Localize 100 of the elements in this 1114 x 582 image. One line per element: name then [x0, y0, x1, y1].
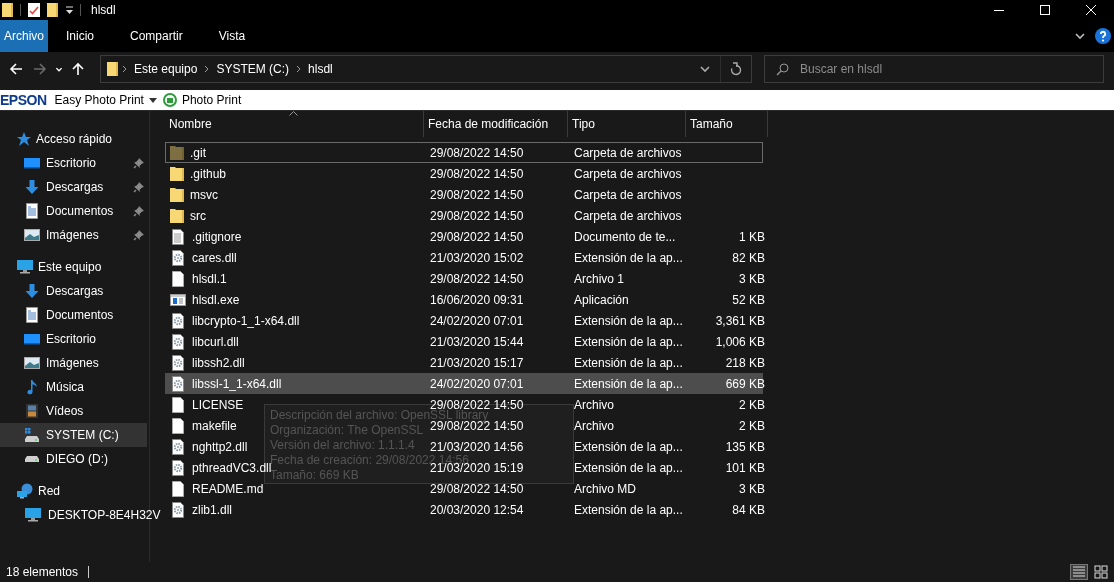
- file-name: hlsdl.1: [192, 271, 227, 286]
- sidebar-item[interactable]: Música: [0, 375, 147, 399]
- date-cell-text: 29/08/2022 14:50: [429, 187, 524, 202]
- sidebar-item[interactable]: Imágenes: [0, 223, 147, 247]
- size-cell-text: 2 KB: [739, 418, 766, 433]
- file-name: src: [190, 208, 206, 223]
- item-count: 18 elementos: [6, 565, 79, 579]
- column-header[interactable]: Nombre: [165, 111, 424, 137]
- date-cell-text: 29/08/2022 14:50: [430, 418, 524, 433]
- desktop-icon: [24, 331, 40, 347]
- document-icon: [24, 307, 40, 323]
- pictures-icon: [24, 227, 40, 243]
- date-cell-text: 21/03/2020 15:44: [429, 334, 524, 349]
- chevron-down-icon[interactable]: [1075, 32, 1085, 40]
- column-header[interactable]: Fecha de modificación: [424, 111, 568, 137]
- toolbar-button[interactable]: Photo Print: [162, 93, 242, 107]
- type-cell-text: Extensión de la ap...: [573, 439, 683, 454]
- chevron-right-icon[interactable]: [122, 65, 127, 73]
- folder-icon[interactable]: [2, 2, 14, 18]
- help-icon[interactable]: [1095, 28, 1111, 44]
- sidebar-item[interactable]: Descargas: [0, 279, 147, 303]
- type-cell-text: Carpeta de archivos: [573, 187, 682, 202]
- file-name: LICENSE: [192, 397, 244, 412]
- ribbon-tab[interactable]: Archivo: [0, 20, 48, 52]
- ribbon-tab[interactable]: Vista: [200, 20, 264, 52]
- search-field[interactable]: Buscar en hlsdl: [764, 55, 1104, 83]
- type-cell-text: Carpeta de archivos: [573, 166, 682, 181]
- type-cell-text: Archivo: [573, 397, 614, 412]
- network-icon: [16, 483, 34, 499]
- type-cell-text: Carpeta de archivos: [573, 145, 682, 160]
- folder-icon[interactable]: [47, 2, 59, 18]
- date-cell-text: 29/08/2022 14:50: [429, 271, 524, 286]
- drive-icon: [25, 456, 39, 462]
- forward-arrow-icon: [32, 61, 48, 77]
- ribbon-tab[interactable]: Compartir: [112, 20, 201, 52]
- sidebar-item[interactable]: Vídeos: [0, 399, 147, 423]
- pictures-icon: [24, 355, 40, 371]
- file-name: hlsdl.exe: [192, 292, 240, 307]
- date-cell-text: 20/03/2020 12:54: [429, 502, 524, 517]
- date-cell-text: 21/03/2020 15:02: [429, 250, 524, 265]
- pin-icon[interactable]: [133, 157, 145, 169]
- sidebar-item[interactable]: Imágenes: [0, 351, 147, 375]
- type-cell-text: Extensión de la ap...: [573, 334, 683, 349]
- type-cell-text: Extensión de la ap...: [573, 376, 683, 391]
- sidebar-item[interactable]: DESKTOP-8E4H32V: [0, 503, 163, 527]
- size-cell-text: 84 KB: [732, 502, 766, 517]
- sidebar-item[interactable]: Escritorio: [0, 151, 147, 175]
- star-icon: [16, 131, 32, 147]
- sidebar-item[interactable]: Escritorio: [0, 327, 147, 351]
- file-name: zlib1.dll: [192, 502, 233, 517]
- file-name: libssl-1_1-x64.dll: [192, 376, 282, 391]
- breadcrumb[interactable]: Este equipo: [130, 62, 202, 76]
- sidebar-item[interactable]: SYSTEM (C:): [0, 423, 147, 447]
- caret-icon: [148, 97, 157, 103]
- type-cell-text: Extensión de la ap...: [573, 313, 683, 328]
- pin-icon[interactable]: [133, 229, 145, 241]
- checklist-icon[interactable]: [27, 2, 41, 18]
- file-name: nghttp2.dll: [192, 439, 248, 454]
- date-cell-text: 29/08/2022 14:50: [429, 229, 524, 244]
- column-header[interactable]: Tamaño: [686, 111, 768, 137]
- sidebar-item[interactable]: Este equipo: [0, 255, 147, 279]
- date-cell-text: 16/06/2020 09:31: [429, 292, 524, 307]
- dropdown-icon[interactable]: [65, 5, 74, 15]
- type-cell-text: Extensión de la ap...: [573, 502, 683, 517]
- sidebar-item[interactable]: Documentos: [0, 303, 147, 327]
- pin-icon[interactable]: [133, 181, 145, 193]
- file-row[interactable]: .git 29/08/2022 14:50 Carpeta de archivos: [165, 142, 763, 163]
- breadcrumb[interactable]: SYSTEM (C:): [212, 62, 294, 76]
- date-cell-text: 29/08/2022 14:50: [429, 166, 524, 181]
- chevron-right-icon[interactable]: [204, 65, 210, 73]
- file-name: README.md: [192, 481, 264, 496]
- file-row[interactable]: libssl-1_1-x64.dll 24/02/2020 07:01 Extensión de la ap... 669 KB: [165, 373, 763, 394]
- pin-icon[interactable]: [133, 205, 145, 217]
- tiles-view-button[interactable]: [1092, 564, 1110, 580]
- file-name: cares.dll: [192, 250, 237, 265]
- sidebar-item[interactable]: Red: [0, 479, 147, 503]
- type-cell-text: Archivo MD: [573, 481, 636, 496]
- column-header[interactable]: Tipo: [568, 111, 686, 137]
- file-name: .github: [190, 166, 227, 181]
- size-cell-text: 52 KB: [732, 292, 766, 307]
- breadcrumb[interactable]: hlsdl: [304, 62, 337, 76]
- sidebar-item[interactable]: Documentos: [0, 199, 147, 223]
- size-cell-text: 2 KB: [739, 397, 766, 412]
- brand-logo: EPSON: [0, 92, 47, 108]
- file-name: libcurl.dll: [192, 334, 239, 349]
- type-cell-text: Extensión de la ap...: [573, 460, 683, 475]
- monitor-icon: [24, 507, 42, 523]
- sidebar-item[interactable]: Acceso rápido: [0, 127, 147, 151]
- dropdown-button[interactable]: Easy Photo Print: [54, 93, 157, 107]
- size-cell-text: 3 KB: [739, 481, 766, 496]
- details-view-button[interactable]: [1070, 564, 1088, 580]
- chevron-right-icon[interactable]: [296, 65, 302, 73]
- type-cell-text: Archivo 1: [573, 271, 625, 286]
- download-arrow-icon: [24, 179, 40, 195]
- refresh-icon: [730, 62, 742, 76]
- sidebar-item[interactable]: DIEGO (D:): [0, 447, 147, 471]
- date-cell-text: 21/03/2020 15:17: [429, 355, 524, 370]
- file-name: .git: [190, 145, 206, 160]
- sidebar-item[interactable]: Descargas: [0, 175, 147, 199]
- ribbon-tab[interactable]: Inicio: [48, 20, 112, 52]
